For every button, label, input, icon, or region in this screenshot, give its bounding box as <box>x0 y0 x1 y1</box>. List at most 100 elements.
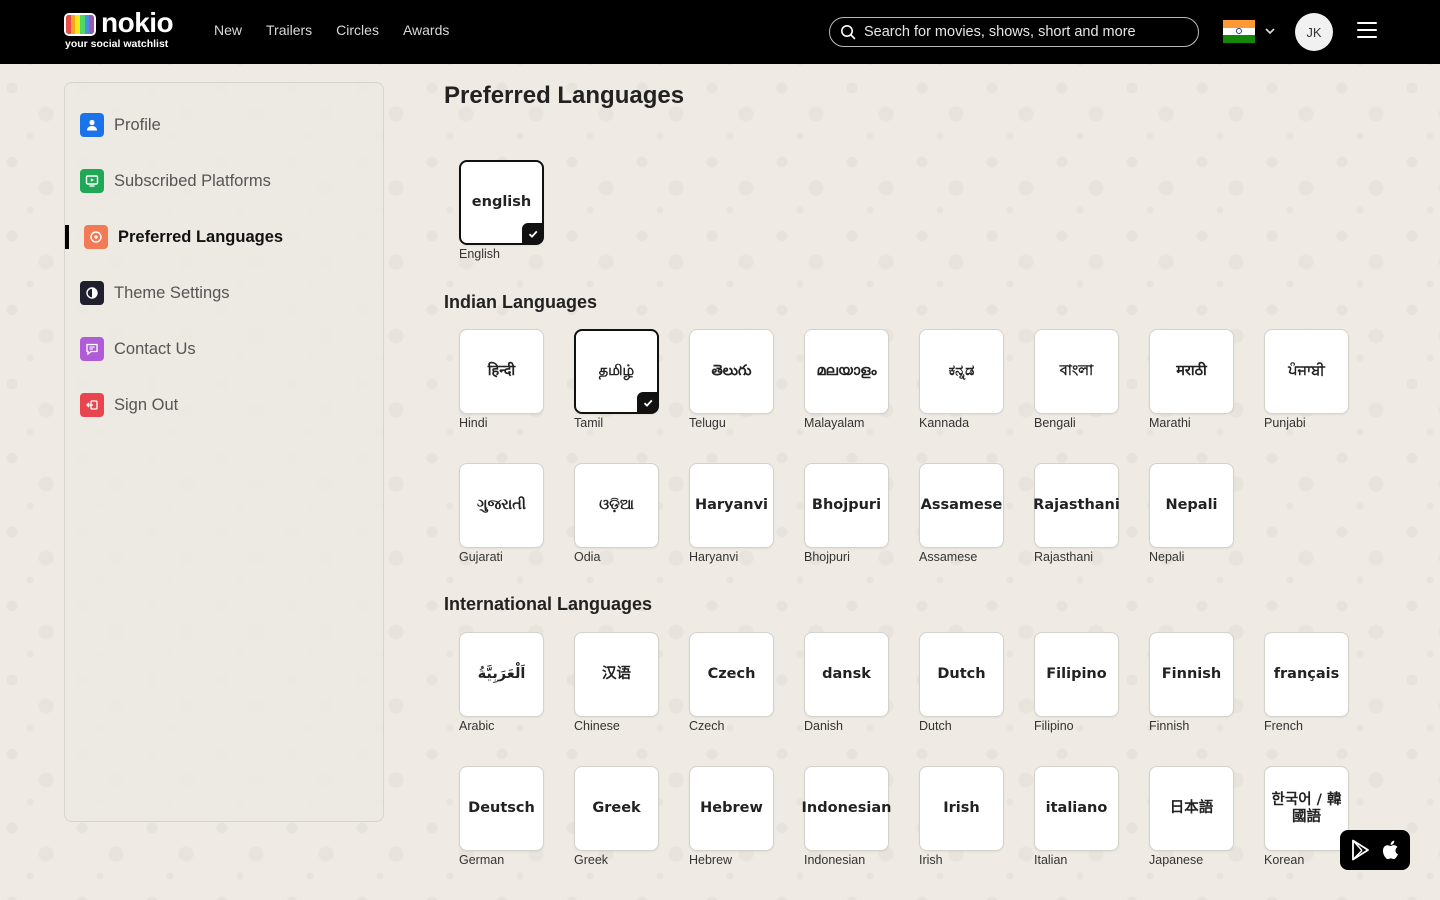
language-card[interactable]: Czech <box>689 632 774 717</box>
language-name: Assamese <box>919 550 978 564</box>
language-name: Finnish <box>1149 719 1190 733</box>
language-card[interactable]: ಕನ್ನಡ <box>919 329 1004 414</box>
language-card[interactable]: italiano <box>1034 766 1119 851</box>
language-card[interactable]: Deutsch <box>459 766 544 851</box>
tv-logo-icon <box>64 13 96 36</box>
language-card[interactable]: हिन्दी <box>459 329 544 414</box>
nav-new[interactable]: New <box>214 22 242 38</box>
language-native-label: Finnish <box>1161 666 1222 683</box>
language-card[interactable]: 日本語 <box>1149 766 1234 851</box>
language-option-chinese[interactable]: 汉语 Chinese <box>574 632 674 742</box>
language-card[interactable]: 汉语 <box>574 632 659 717</box>
language-card[interactable]: Finnish <box>1149 632 1234 717</box>
logo-tagline: your social watchlist <box>65 38 169 50</box>
language-native-label: Rajasthani <box>1033 497 1120 514</box>
language-option-danish[interactable]: dansk Danish <box>804 632 904 742</box>
language-option-kannada[interactable]: ಕನ್ನಡ Kannada <box>919 329 1019 439</box>
language-card[interactable]: Greek <box>574 766 659 851</box>
language-option-japanese[interactable]: 日本語 Japanese <box>1149 766 1249 876</box>
language-option-filipino[interactable]: Filipino Filipino <box>1034 632 1134 742</box>
language-name: Japanese <box>1149 853 1204 867</box>
search-input[interactable] <box>864 24 1184 40</box>
language-option-odia[interactable]: ଓଡ଼ିଆ Odia <box>574 463 674 573</box>
sidebar-item-sign-out[interactable]: Sign Out <box>65 385 383 425</box>
language-native-label: Filipino <box>1046 666 1107 683</box>
language-option-gujarati[interactable]: ગુજરાતી Gujarati <box>459 463 559 573</box>
nav-awards[interactable]: Awards <box>403 22 449 38</box>
apple-icon <box>1382 840 1398 860</box>
language-card[interactable]: 한국어 / 韓國語 <box>1264 766 1349 851</box>
language-card[interactable]: Rajasthani <box>1033 463 1120 548</box>
language-option-french[interactable]: français French <box>1264 632 1364 742</box>
nav-trailers[interactable]: Trailers <box>266 22 312 38</box>
language-name: Filipino <box>1034 719 1074 733</box>
language-card[interactable]: Dutch <box>919 632 1004 717</box>
language-option-punjabi[interactable]: ਪੰਜਾਬੀ Punjabi <box>1264 329 1364 439</box>
language-option-finnish[interactable]: Finnish Finnish <box>1149 632 1249 742</box>
language-option-czech[interactable]: Czech Czech <box>689 632 789 742</box>
language-card[interactable]: Indonesian <box>802 766 891 851</box>
language-card[interactable]: తెలుగు <box>689 329 774 414</box>
language-option-assamese[interactable]: Assamese Assamese <box>919 463 1019 573</box>
hamburger-menu-icon[interactable] <box>1357 22 1377 42</box>
language-option-english[interactable]: english English <box>459 160 559 270</box>
language-option-bhojpuri[interactable]: Bhojpuri Bhojpuri <box>804 463 904 573</box>
language-card[interactable]: ગુજરાતી <box>459 463 544 548</box>
language-option-rajasthani[interactable]: Rajasthani Rajasthani <box>1033 463 1134 573</box>
language-card[interactable]: Irish <box>919 766 1004 851</box>
language-option-hebrew[interactable]: Hebrew Hebrew <box>689 766 789 876</box>
sidebar-item-theme-settings[interactable]: Theme Settings <box>65 273 383 313</box>
india-flag-icon[interactable] <box>1223 20 1255 44</box>
language-card[interactable]: اَلْعَرَبِيَّةُ <box>459 632 544 717</box>
avatar[interactable]: JK <box>1295 13 1333 51</box>
language-card[interactable]: বাংলা <box>1034 329 1119 414</box>
sidebar-item-preferred-languages[interactable]: Preferred Languages <box>65 217 383 257</box>
language-option-tamil[interactable]: தமிழ் Tamil <box>574 329 674 439</box>
checkmark-icon <box>637 392 658 413</box>
language-card[interactable]: മലയാളം <box>804 329 889 414</box>
language-option-haryanvi[interactable]: Haryanvi Haryanvi <box>689 463 789 573</box>
language-option-german[interactable]: Deutsch German <box>459 766 559 876</box>
language-option-italian[interactable]: italiano Italian <box>1034 766 1134 876</box>
language-option-arabic[interactable]: اَلْعَرَبِيَّةُ Arabic <box>459 632 559 742</box>
language-option-hindi[interactable]: हिन्दी Hindi <box>459 329 559 439</box>
language-option-malayalam[interactable]: മലയാളം Malayalam <box>804 329 904 439</box>
language-card[interactable]: dansk <box>804 632 889 717</box>
language-card[interactable]: français <box>1264 632 1349 717</box>
language-option-greek[interactable]: Greek Greek <box>574 766 674 876</box>
search-bar[interactable] <box>829 17 1199 47</box>
app-store-badge[interactable] <box>1340 830 1410 870</box>
language-option-nepali[interactable]: Nepali Nepali <box>1149 463 1249 573</box>
language-name: Bengali <box>1034 416 1076 430</box>
sidebar-item-subscribed-platforms[interactable]: Subscribed Platforms <box>65 161 383 201</box>
top-header: nokio your social watchlist New Trailers… <box>0 0 1440 64</box>
language-card[interactable]: ਪੰਜਾਬੀ <box>1264 329 1349 414</box>
language-option-telugu[interactable]: తెలుగు Telugu <box>689 329 789 439</box>
language-card[interactable]: Hebrew <box>689 766 774 851</box>
language-card[interactable]: ଓଡ଼ିଆ <box>574 463 659 548</box>
language-card[interactable]: english <box>459 160 544 245</box>
language-option-bengali[interactable]: বাংলা Bengali <box>1034 329 1134 439</box>
language-card[interactable]: Haryanvi <box>689 463 774 548</box>
language-card[interactable]: தமிழ் <box>574 329 659 414</box>
sidebar-item-profile[interactable]: Profile <box>65 105 383 145</box>
language-card[interactable]: मराठी <box>1149 329 1234 414</box>
nav-circles[interactable]: Circles <box>336 22 379 38</box>
language-card[interactable]: Filipino <box>1034 632 1119 717</box>
language-option-dutch[interactable]: Dutch Dutch <box>919 632 1019 742</box>
language-option-irish[interactable]: Irish Irish <box>919 766 1019 876</box>
language-name: Korean <box>1264 853 1305 867</box>
language-name: French <box>1264 719 1303 733</box>
language-card[interactable]: Assamese <box>919 463 1004 548</box>
language-native-label: Bhojpuri <box>811 497 882 514</box>
language-native-label: Dutch <box>937 666 986 683</box>
sidebar-item-contact-us[interactable]: Contact Us <box>65 329 383 369</box>
language-card[interactable]: Bhojpuri <box>804 463 889 548</box>
language-native-label: Nepali <box>1165 497 1218 514</box>
language-name: Marathi <box>1149 416 1191 430</box>
chevron-down-icon[interactable] <box>1264 25 1276 37</box>
language-option-indonesian[interactable]: Indonesian Indonesian <box>802 766 904 876</box>
language-option-marathi[interactable]: मराठी Marathi <box>1149 329 1249 439</box>
language-card[interactable]: Nepali <box>1149 463 1234 548</box>
nokio-logo[interactable]: nokio your social watchlist <box>64 7 176 51</box>
